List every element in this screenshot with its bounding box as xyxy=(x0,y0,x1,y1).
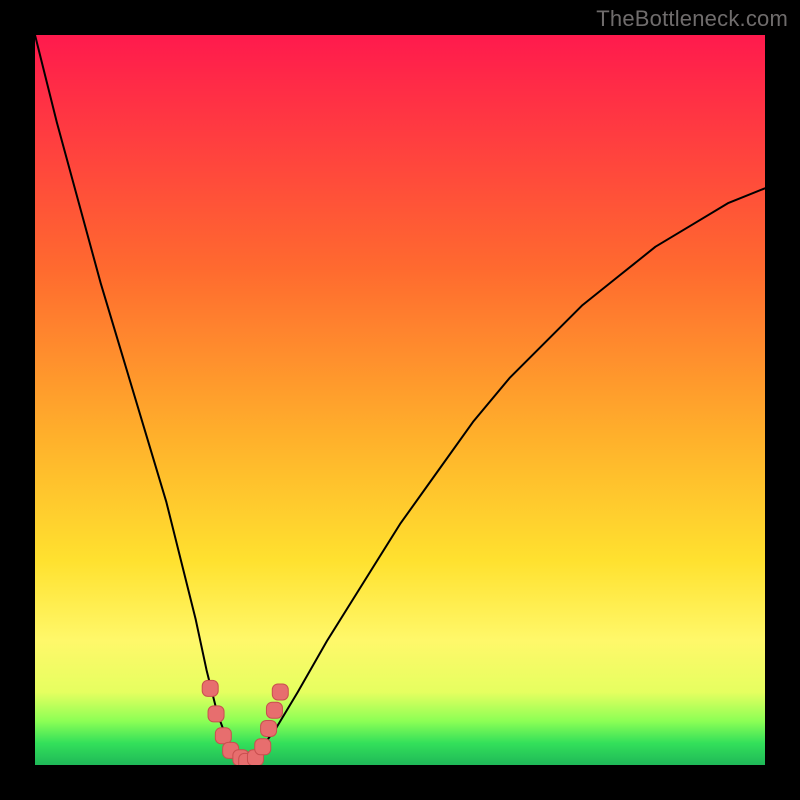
dip-marker xyxy=(215,728,231,744)
dip-marker xyxy=(255,739,271,755)
dip-marker xyxy=(261,721,277,737)
dip-marker xyxy=(272,684,288,700)
watermark-text: TheBottleneck.com xyxy=(596,6,788,32)
dip-marker xyxy=(266,702,282,718)
plot-area xyxy=(35,35,765,765)
chart-frame: TheBottleneck.com xyxy=(0,0,800,800)
dip-marker xyxy=(208,706,224,722)
gradient-background xyxy=(35,35,765,765)
dip-marker xyxy=(202,680,218,696)
bottleneck-chart xyxy=(35,35,765,765)
